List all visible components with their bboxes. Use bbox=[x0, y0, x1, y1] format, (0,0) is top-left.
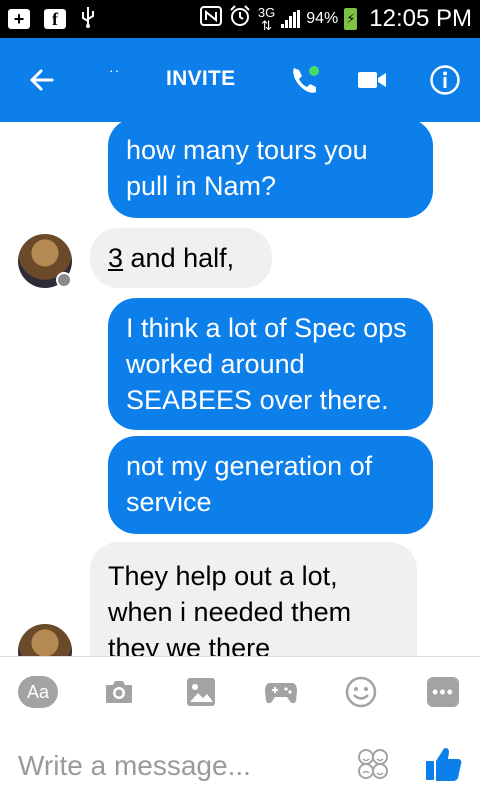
message-text: and half, bbox=[123, 243, 235, 273]
back-arrow-icon bbox=[29, 69, 54, 91]
info-icon bbox=[430, 65, 460, 95]
message-bubble[interactable]: I think a lot of Spec ops worked around … bbox=[108, 298, 433, 430]
conversation-header: ·· INVITE bbox=[0, 38, 480, 122]
avatar[interactable] bbox=[18, 624, 72, 656]
more-icon: ••• bbox=[427, 677, 459, 707]
invite-button[interactable]: INVITE bbox=[166, 67, 235, 91]
emoji-button[interactable] bbox=[344, 675, 378, 709]
phone-call-icon bbox=[293, 66, 319, 93]
more-button[interactable]: ••• bbox=[426, 675, 460, 709]
info-button[interactable] bbox=[429, 64, 461, 96]
aa-icon: Aa bbox=[18, 676, 58, 708]
network-type: 3G ⇅ bbox=[257, 5, 276, 33]
message-list[interactable]: how many tours you pull in Nam? 3 and ha… bbox=[0, 122, 480, 656]
camera-icon bbox=[106, 681, 132, 703]
signal-icon bbox=[281, 10, 301, 28]
back-button[interactable] bbox=[24, 62, 60, 98]
gallery-icon bbox=[187, 678, 215, 706]
message-bubble[interactable]: not my generation of service bbox=[108, 436, 433, 534]
message-input[interactable] bbox=[18, 746, 338, 786]
message-bubble[interactable]: 3 and half, bbox=[90, 228, 272, 288]
video-call-button[interactable] bbox=[357, 66, 387, 94]
sticker-emoji-icon bbox=[358, 749, 388, 779]
nfc-icon bbox=[199, 6, 222, 32]
sticker-button[interactable] bbox=[357, 748, 389, 780]
message-text: I think a lot of Spec ops worked around … bbox=[126, 313, 407, 415]
call-button[interactable] bbox=[286, 62, 324, 100]
alarm-icon bbox=[228, 4, 252, 34]
game-controller-icon bbox=[265, 683, 297, 704]
thumbs-up-icon bbox=[426, 747, 462, 781]
message-text: not my generation of service bbox=[126, 451, 373, 517]
text-style-button[interactable]: Aa bbox=[18, 675, 58, 709]
video-camera-icon bbox=[358, 72, 386, 88]
facebook-icon: f bbox=[44, 9, 66, 29]
battery-percent: 94% bbox=[306, 10, 339, 27]
games-button[interactable] bbox=[264, 675, 298, 709]
message-bubble[interactable]: how many tours you pull in Nam? bbox=[108, 122, 433, 218]
emoji-icon bbox=[345, 676, 377, 708]
message-text: They help out a lot, when i needed them … bbox=[108, 561, 352, 656]
camera-button[interactable] bbox=[102, 675, 136, 709]
battery-charging-icon: ⚡ bbox=[344, 8, 358, 30]
messenger-badge-icon bbox=[56, 272, 72, 288]
usb-icon bbox=[80, 6, 96, 33]
gallery-button[interactable] bbox=[184, 675, 218, 709]
composer bbox=[0, 728, 480, 800]
like-button[interactable] bbox=[424, 744, 464, 784]
composer-toolbar: Aa ••• bbox=[0, 656, 480, 728]
contact-name-dots: ·· bbox=[109, 62, 121, 78]
message-bubble[interactable]: They help out a lot, when i needed them … bbox=[90, 542, 417, 656]
status-bar: + f 3G ⇅ 94% ⚡ 12:05 PM bbox=[0, 0, 480, 38]
message-text-underlined: 3 bbox=[108, 243, 124, 273]
plus-box-icon: + bbox=[8, 9, 30, 29]
clock: 12:05 PM bbox=[369, 5, 472, 32]
message-text: how many tours you pull in Nam? bbox=[126, 135, 368, 201]
